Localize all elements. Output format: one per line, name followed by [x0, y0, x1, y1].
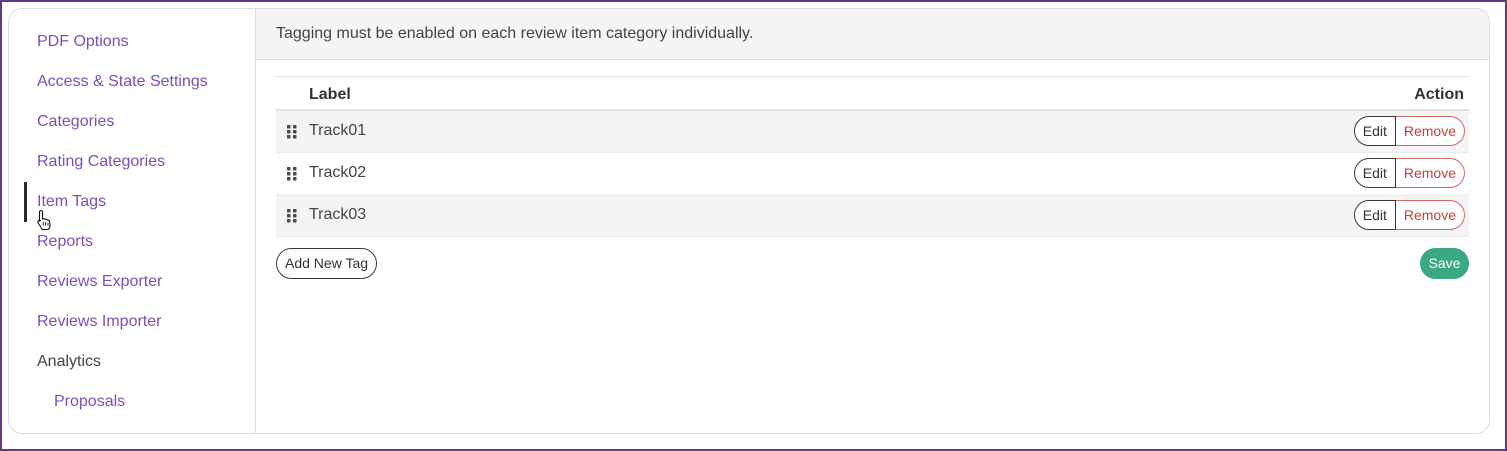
add-new-tag-button[interactable]: Add New Tag — [276, 248, 378, 279]
save-button[interactable]: Save — [1420, 248, 1469, 279]
column-header-label: Label — [309, 86, 351, 103]
column-header-action: Action — [1414, 86, 1464, 103]
sidebar-item-reviews-exporter[interactable]: Reviews Exporter — [37, 272, 162, 292]
edit-button[interactable]: Edit — [1353, 158, 1396, 188]
row-actions: Edit Remove — [1353, 158, 1465, 188]
sidebar-section-analytics: Analytics — [37, 353, 102, 370]
table-row: Track01 Edit Remove — [276, 111, 1469, 153]
tag-label: Track02 — [309, 164, 367, 181]
sidebar-item-proposals[interactable]: Proposals — [54, 392, 125, 412]
sidebar-item-reviews-importer[interactable]: Reviews Importer — [37, 312, 161, 332]
hand-cursor-icon — [36, 209, 52, 236]
remove-button[interactable]: Remove — [1395, 116, 1465, 146]
tag-label: Track03 — [309, 206, 367, 223]
info-text: Tagging must be enabled on each review i… — [276, 25, 754, 42]
tags-table: Label Action Track01 Edit Remove Track02 — [276, 76, 1469, 237]
table-row: Track03 Edit Remove — [276, 195, 1469, 237]
settings-card: PDF Options Access & State Settings Cate… — [8, 8, 1490, 434]
drag-handle-icon[interactable] — [287, 209, 297, 228]
main-content: Tagging must be enabled on each review i… — [256, 9, 1489, 433]
sidebar-item-pdf-options[interactable]: PDF Options — [37, 32, 129, 52]
row-actions: Edit Remove — [1353, 116, 1465, 146]
sidebar-item-access-state-settings[interactable]: Access & State Settings — [37, 72, 208, 92]
sidebar: PDF Options Access & State Settings Cate… — [9, 9, 256, 433]
info-banner: Tagging must be enabled on each review i… — [256, 9, 1489, 60]
active-item-indicator — [24, 182, 27, 222]
tag-label: Track01 — [309, 122, 367, 139]
sidebar-item-rating-categories[interactable]: Rating Categories — [37, 152, 165, 172]
sidebar-item-categories[interactable]: Categories — [37, 112, 114, 132]
drag-handle-icon[interactable] — [287, 125, 297, 144]
table-header: Label Action — [276, 76, 1469, 111]
remove-button[interactable]: Remove — [1395, 200, 1465, 230]
edit-button[interactable]: Edit — [1353, 116, 1396, 146]
table-row: Track02 Edit Remove — [276, 153, 1469, 195]
edit-button[interactable]: Edit — [1353, 200, 1396, 230]
row-actions: Edit Remove — [1353, 200, 1465, 230]
remove-button[interactable]: Remove — [1395, 158, 1465, 188]
drag-handle-icon[interactable] — [287, 167, 297, 186]
